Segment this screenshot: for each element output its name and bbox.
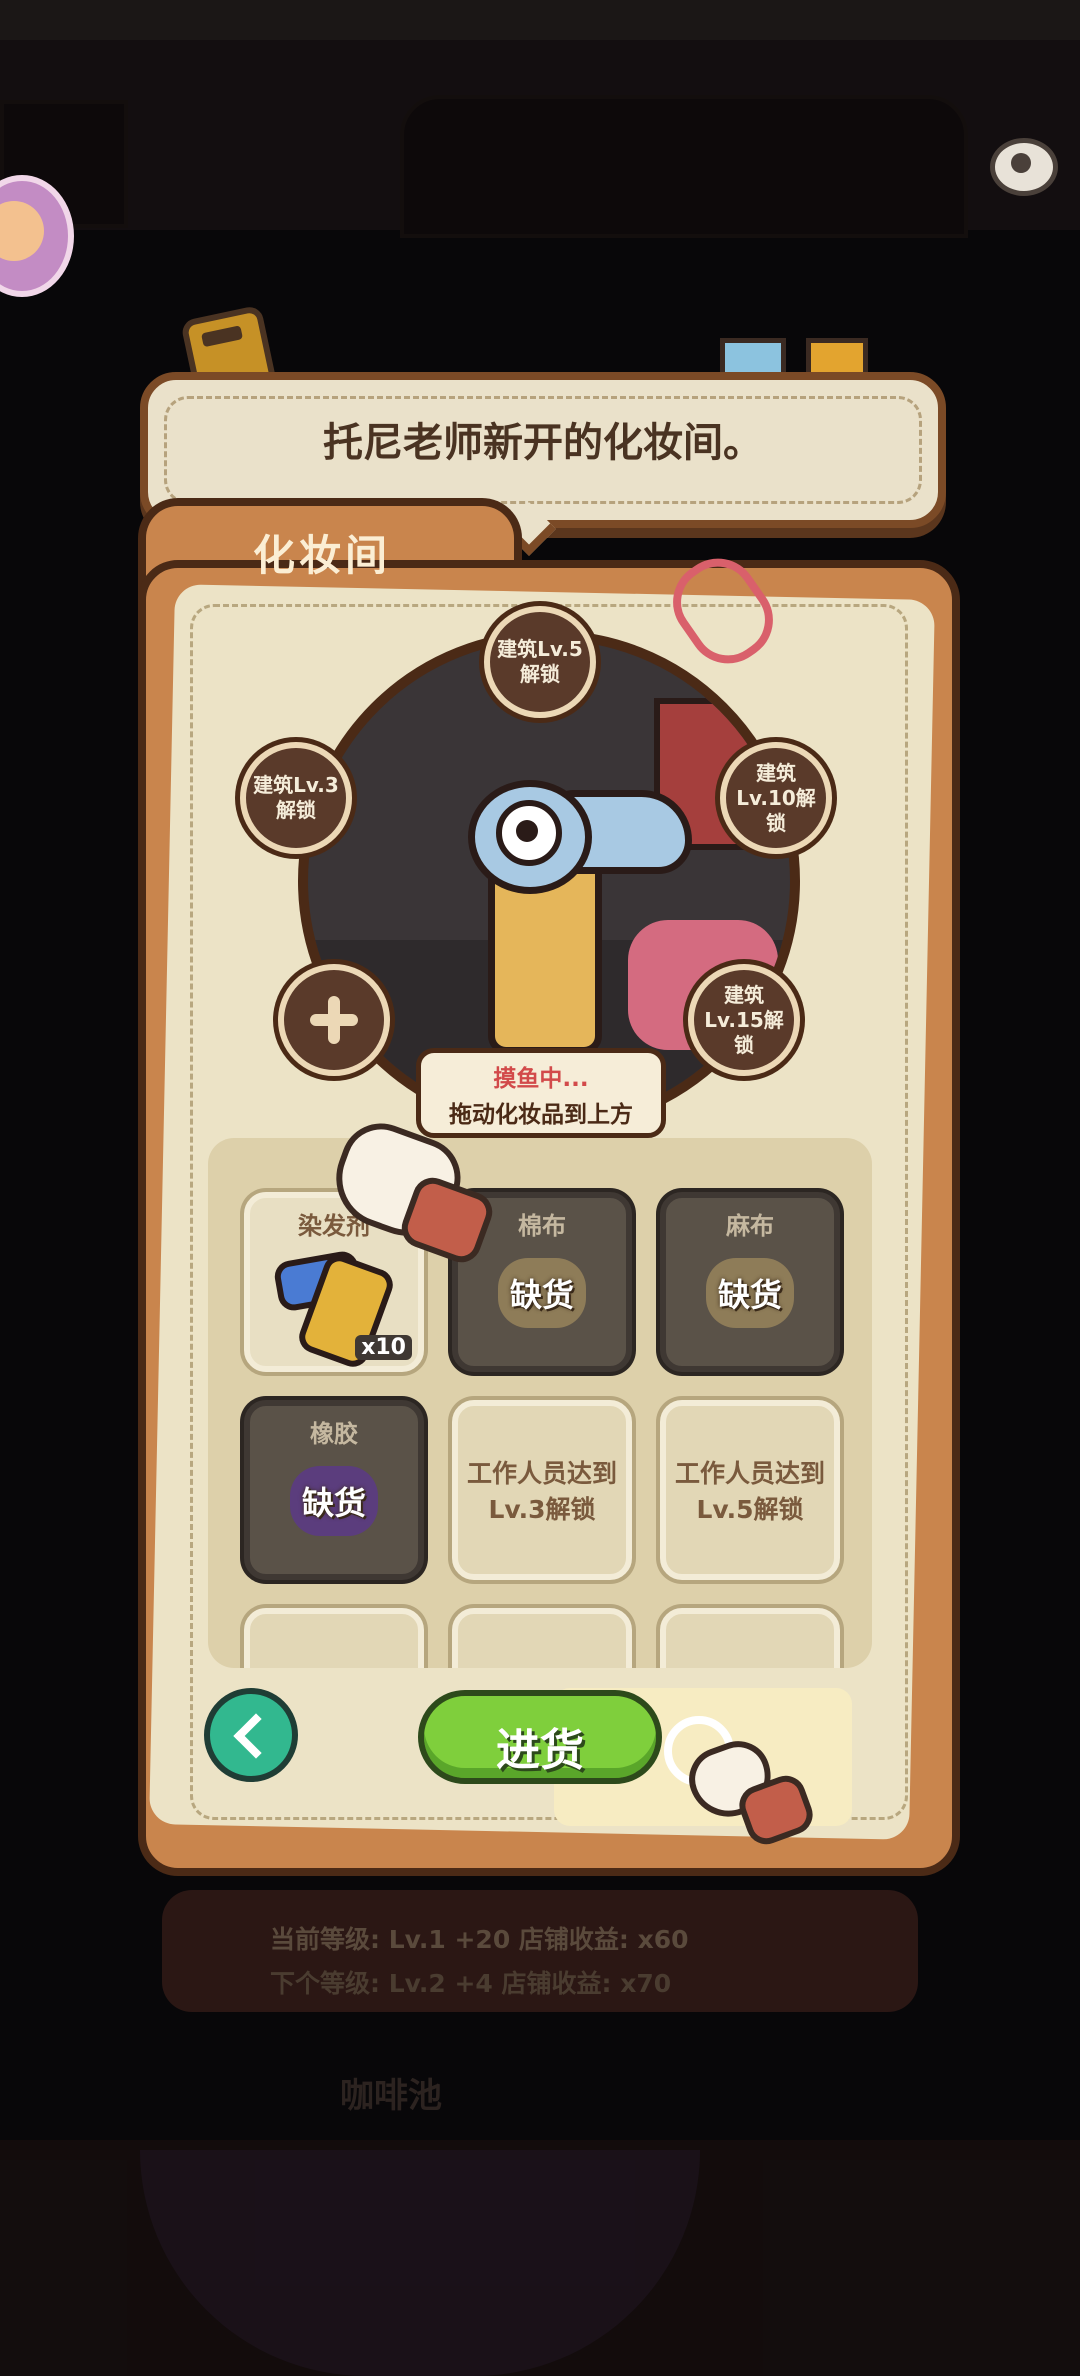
- item-locked-lv5: 工作人员达到Lv.5解锁: [660, 1400, 840, 1580]
- item-linen[interactable]: 麻布 缺货: [660, 1192, 840, 1372]
- bubble-message: 托尼老师新开的化妆间。: [323, 420, 763, 466]
- character-eye-icon: [496, 800, 562, 866]
- status-hint: 拖动化妆品到上方: [449, 1102, 633, 1128]
- item-name: 麻布: [726, 1212, 774, 1240]
- slot-lv10[interactable]: 建筑Lv.10解锁: [720, 742, 832, 854]
- unlock-requirement: 工作人员达到Lv.5解锁: [674, 1459, 825, 1524]
- item-grid: 染发剂 x10 棉布 缺货 麻布 缺货 橡胶 缺货 工作人员达到Lv.3解锁 工…: [208, 1138, 872, 1668]
- item-locked: [660, 1608, 840, 1668]
- item-locked-lv3: 工作人员达到Lv.3解锁: [452, 1400, 632, 1580]
- item-count: x10: [355, 1335, 412, 1360]
- sold-out-label: 缺货: [509, 1276, 574, 1314]
- eye-icon[interactable]: [990, 138, 1058, 196]
- slot-lv3[interactable]: 建筑Lv.3解锁: [240, 742, 352, 854]
- sold-out-label: 缺货: [301, 1484, 366, 1522]
- slot-lv5[interactable]: 建筑Lv.5解锁: [484, 606, 596, 718]
- sold-out-label: 缺货: [717, 1276, 782, 1314]
- add-slot-button[interactable]: [278, 964, 390, 1076]
- panel-title: 化妆间: [252, 531, 391, 580]
- item-rubber[interactable]: 橡胶 缺货: [244, 1400, 424, 1580]
- next-level-text: 下个等级: Lv.2 +4 店铺收益: x70: [270, 1969, 672, 1998]
- item-name: 橡胶: [310, 1420, 358, 1448]
- current-level-text: 当前等级: Lv.1 +20 店铺收益: x60: [270, 1925, 689, 1954]
- status-tooltip: 摸鱼中... 拖动化妆品到上方: [416, 1048, 666, 1138]
- back-button[interactable]: [204, 1688, 298, 1782]
- area-name: 咖啡池: [340, 2076, 442, 2116]
- unlock-requirement: 工作人员达到Lv.3解锁: [466, 1459, 617, 1524]
- avatar-face-icon: [0, 201, 44, 261]
- restock-label: 进货: [496, 1725, 584, 1776]
- item-locked: [452, 1608, 632, 1668]
- item-locked: [244, 1608, 424, 1668]
- slot-lv15[interactable]: 建筑Lv.15解锁: [688, 964, 800, 1076]
- restock-button[interactable]: 进货: [418, 1690, 662, 1784]
- status-text: 摸鱼中...: [493, 1066, 589, 1092]
